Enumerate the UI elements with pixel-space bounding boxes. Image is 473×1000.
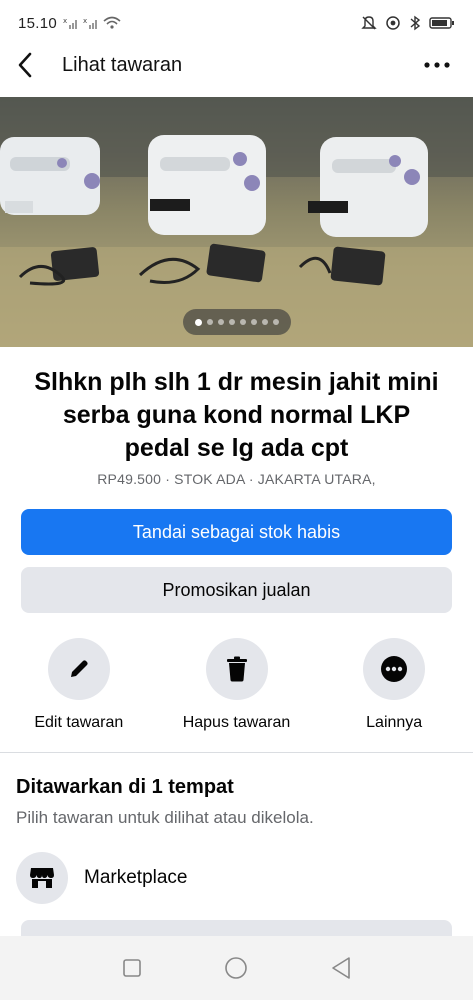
pencil-icon [70, 660, 88, 677]
listing-header: Slhkn plh slh 1 dr mesin jahit mini serb… [0, 366, 473, 487]
more-actions-button[interactable]: Lainnya [315, 638, 473, 732]
promote-button[interactable]: Promosikan jualan [21, 567, 452, 613]
status-time: 15.10 [18, 14, 58, 32]
photo-dot [218, 319, 224, 325]
place-label: Marketplace [84, 867, 188, 888]
action-row: Edit tawaran Hapus tawaran Lainnya [0, 638, 473, 732]
back-nav-button[interactable] [321, 948, 361, 988]
page-title: Lihat tawaran [62, 53, 183, 76]
marketplace-store-icon [30, 868, 54, 888]
more-options-button[interactable] [417, 45, 457, 85]
section-divider [0, 752, 473, 753]
listing-title: Slhkn plh slh 1 dr mesin jahit mini serb… [34, 368, 439, 462]
place-item-marketplace[interactable]: Marketplace [16, 852, 456, 904]
photo-pagination [183, 309, 291, 335]
photo-dot [207, 319, 213, 325]
svg-text:x: x [83, 17, 87, 25]
signal-icon: x [63, 17, 78, 29]
status-left-icons: x x [63, 16, 121, 30]
app-bar: Lihat tawaran [0, 40, 473, 90]
sewing-machine-graphic [148, 135, 266, 235]
action-label: Edit tawaran [34, 714, 124, 731]
back-button[interactable] [16, 45, 48, 85]
listing-photo[interactable] [0, 97, 473, 347]
wifi-icon [103, 16, 121, 29]
data-saver-icon [386, 16, 400, 30]
circle-icon [225, 957, 248, 979]
photo-dot [262, 319, 268, 325]
battery-icon [429, 17, 454, 29]
trash-icon [226, 656, 247, 682]
mute-icon [361, 16, 377, 30]
status-right-icons [361, 15, 455, 31]
mark-sold-button[interactable]: Tandai sebagai stok habis [21, 509, 452, 555]
photo-dot [273, 319, 279, 325]
home-button[interactable] [216, 948, 256, 988]
status-left: 15.10 x x [18, 15, 121, 32]
recent-apps-button[interactable] [112, 948, 152, 988]
svg-text:x: x [63, 17, 67, 25]
listing-meta: RP49.500 · STOK ADA · JAKARTA UTARA, [97, 471, 376, 487]
sewing-machine-graphic [308, 137, 428, 237]
bluetooth-icon [410, 15, 421, 31]
section-subtitle: Pilih tawaran untuk dilihat atau dikelol… [16, 808, 314, 827]
photo-dot [195, 318, 202, 326]
action-circle [47, 638, 110, 700]
edit-listing-button[interactable]: Edit tawaran [0, 638, 158, 732]
section-title: Ditawarkan di 1 tempat [16, 776, 234, 798]
square-icon [123, 959, 141, 977]
action-circle [363, 638, 426, 700]
signal-icon: x [83, 17, 98, 29]
more-horizontal-icon [381, 656, 408, 682]
delete-listing-button[interactable]: Hapus tawaran [158, 638, 316, 732]
photo-dot [229, 319, 235, 325]
system-nav-bar [0, 936, 473, 1000]
place-icon-wrap [16, 852, 68, 904]
sewing-machine-graphic [0, 137, 100, 215]
more-dots-icon [424, 62, 450, 68]
photo-dot [251, 319, 257, 325]
action-label: Hapus tawaran [182, 714, 291, 731]
triangle-back-icon [332, 957, 350, 979]
action-circle [205, 638, 268, 700]
back-arrow-icon [18, 52, 32, 78]
action-label: Lainnya [366, 714, 423, 731]
photo-dot [240, 319, 246, 325]
